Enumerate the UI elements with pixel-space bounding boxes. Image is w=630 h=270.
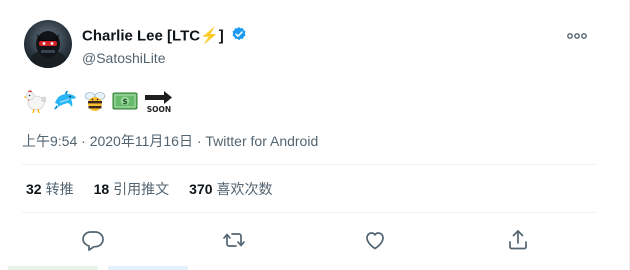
retweet-button[interactable] — [222, 228, 246, 252]
tweet-source-link[interactable]: Twitter for Android — [205, 133, 318, 149]
author-handle[interactable]: @SatoshiLite — [82, 49, 247, 67]
tweet-metadata: 上午9:54 · 2020年11月16日 · Twitter for Andro… — [22, 132, 318, 150]
tweet-actions-bar — [0, 228, 630, 254]
tweet-time: 上午9:54 — [22, 133, 78, 149]
author-name-text: Charlie Lee [LTC⚡] — [82, 27, 224, 45]
share-button[interactable] — [506, 228, 530, 252]
meta-separator-2: · — [196, 133, 202, 149]
quotes-label: 引用推文 — [113, 181, 170, 197]
likes-count: 370 — [189, 181, 213, 197]
bottom-strip-segment — [8, 266, 98, 270]
more-dots-icon — [567, 33, 587, 39]
author-display-name[interactable]: Charlie Lee [LTC⚡] — [82, 26, 247, 47]
tweet-stats: 32 转推 18 引用推文 370 喜欢次数 — [26, 180, 293, 198]
soon-label: SOON — [147, 105, 171, 114]
reply-button[interactable] — [81, 228, 105, 252]
avatar[interactable] — [24, 20, 72, 68]
soon-arrow-icon: SOON — [145, 91, 172, 114]
meta-separator: · — [81, 133, 86, 149]
like-button[interactable] — [363, 228, 387, 252]
retweets-stat[interactable]: 32 转推 — [26, 180, 74, 198]
tweet-date: 2020年11月16日 — [89, 133, 193, 149]
quote-tweets-stat[interactable]: 18 引用推文 — [94, 180, 170, 198]
reply-icon — [82, 231, 104, 251]
divider — [22, 212, 596, 213]
retweets-count: 32 — [26, 181, 42, 197]
rooster-icon — [23, 90, 46, 114]
author-info[interactable]: Charlie Lee [LTC⚡] @SatoshiLite — [82, 26, 247, 67]
bee-icon — [84, 92, 106, 111]
retweets-label: 转推 — [45, 181, 74, 197]
svg-text:$: $ — [122, 97, 128, 106]
tweet-card: Charlie Lee [LTC⚡] @SatoshiLite $ SOON 上… — [0, 0, 630, 270]
likes-label: 喜欢次数 — [216, 181, 273, 197]
tweet-text: $ SOON — [22, 86, 176, 116]
like-icon — [366, 232, 384, 250]
tweet-time-link[interactable]: 上午9:54 · 2020年11月16日 — [22, 133, 193, 149]
bottom-strip — [0, 266, 630, 270]
likes-stat[interactable]: 370 喜欢次数 — [189, 180, 272, 198]
retweet-icon — [223, 233, 245, 247]
bottom-strip-segment — [108, 266, 188, 270]
divider — [22, 164, 596, 165]
dollar-banknote-icon: $ — [112, 92, 138, 110]
verified-badge-icon — [231, 26, 247, 47]
quotes-count: 18 — [93, 181, 110, 197]
dolphin-icon — [54, 90, 76, 110]
share-icon — [509, 230, 527, 250]
more-options-button[interactable] — [566, 28, 588, 42]
